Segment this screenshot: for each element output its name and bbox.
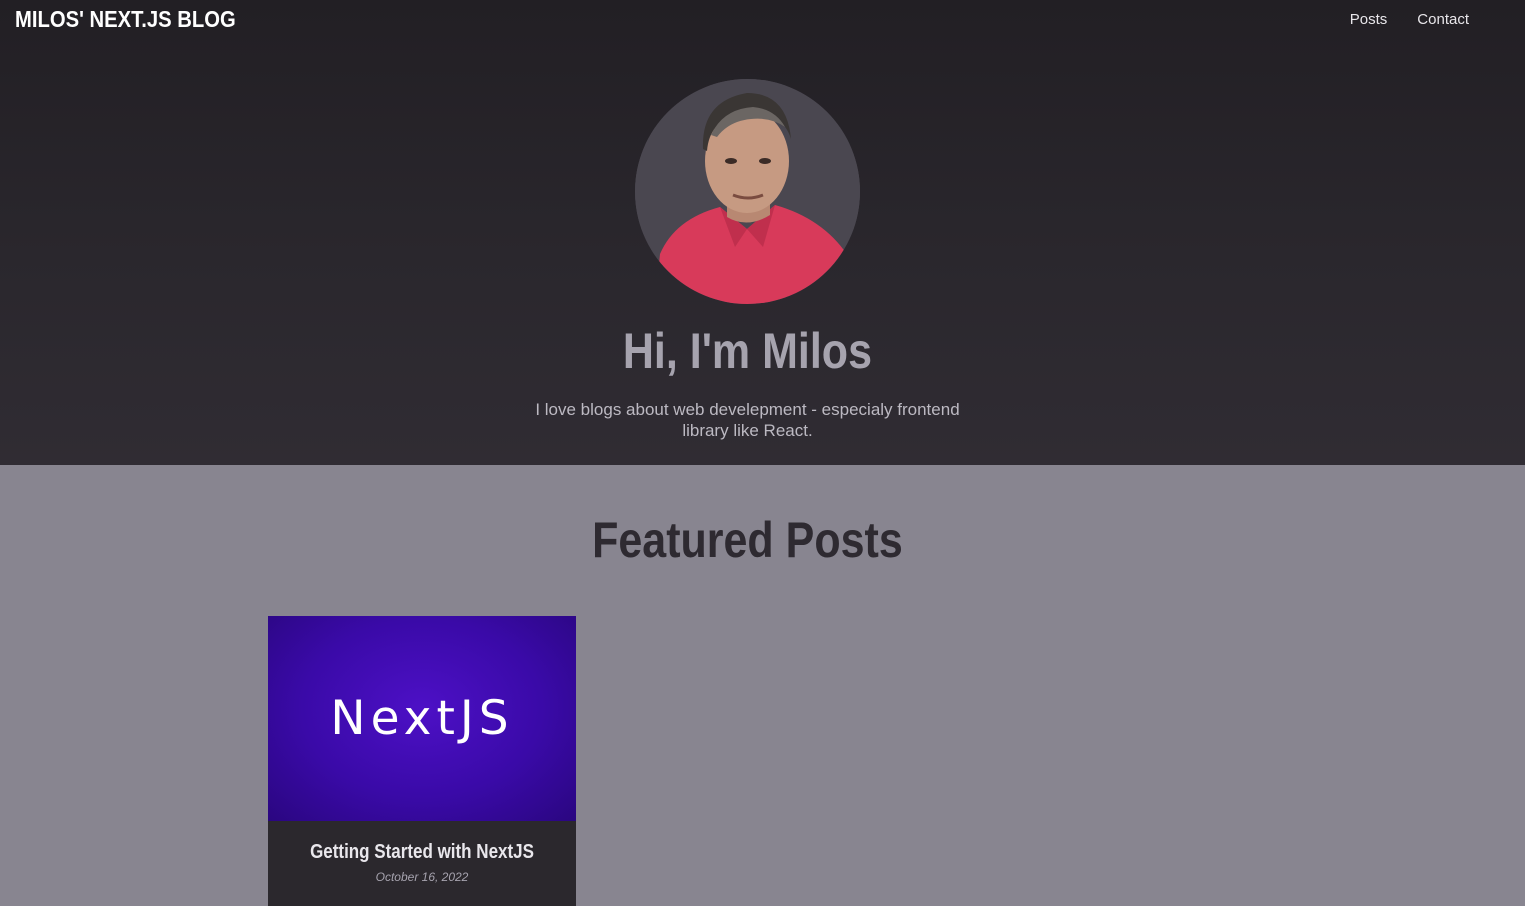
avatar xyxy=(635,79,860,304)
nav-link-contact[interactable]: Contact xyxy=(1417,11,1469,28)
site-logo[interactable]: MILOS' NEXT.JS BLOG xyxy=(15,6,236,33)
avatar-portrait-icon xyxy=(635,79,860,304)
hero-section: MILOS' NEXT.JS BLOG Posts Contact Hi, I'… xyxy=(0,0,1525,465)
hero-title: Hi, I'm Milos xyxy=(622,323,872,379)
post-card-title: Getting Started with NextJS xyxy=(310,841,534,863)
nav-link-posts[interactable]: Posts xyxy=(1350,11,1388,28)
post-card-date: October 16, 2022 xyxy=(375,870,469,884)
featured-posts-title: Featured Posts xyxy=(592,512,903,568)
post-card[interactable]: NextJS Getting Started with NextJS Octob… xyxy=(268,616,576,906)
hero-description: I love blogs about web develepment - esp… xyxy=(535,400,960,440)
post-card-image-text: NextJS xyxy=(330,691,514,746)
post-card-image: NextJS xyxy=(268,616,576,821)
main-nav: Posts Contact xyxy=(1350,11,1469,28)
